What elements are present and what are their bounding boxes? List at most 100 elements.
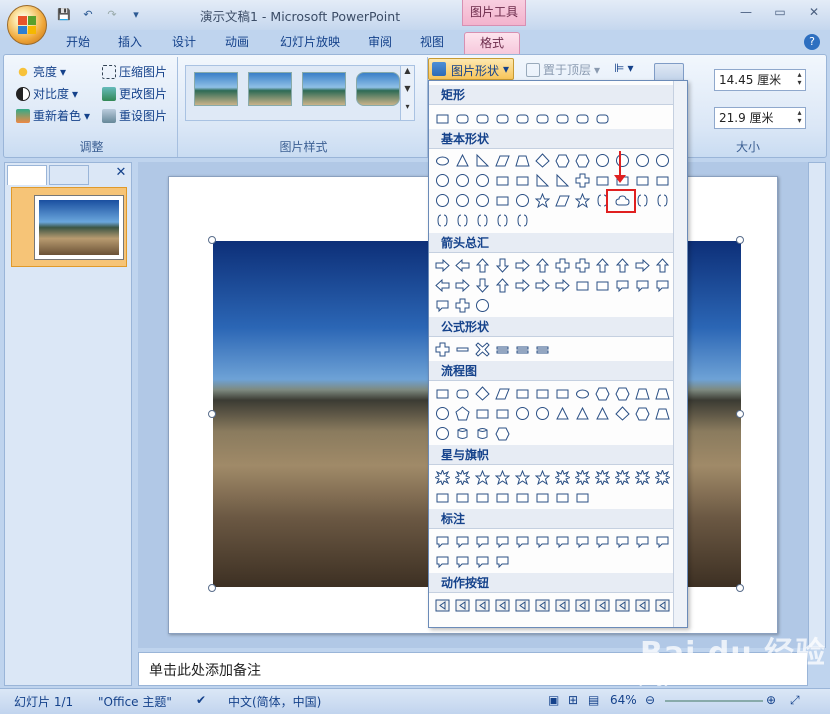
arR-shape-icon[interactable] bbox=[513, 276, 532, 295]
arR-shape-icon[interactable] bbox=[553, 276, 572, 295]
recolor-button[interactable]: 重新着色 ▾ bbox=[16, 107, 90, 124]
cyl-shape-icon[interactable] bbox=[473, 424, 492, 443]
dia-shape-icon[interactable] bbox=[473, 384, 492, 403]
burst-shape-icon[interactable] bbox=[613, 468, 632, 487]
btn-shape-icon[interactable] bbox=[653, 596, 672, 615]
rect-shape-icon[interactable] bbox=[513, 488, 532, 507]
star-shape-icon[interactable] bbox=[533, 468, 552, 487]
rect-shape-icon[interactable] bbox=[513, 384, 532, 403]
arD-shape-icon[interactable] bbox=[473, 276, 492, 295]
style-thumbnail[interactable] bbox=[248, 72, 292, 106]
circ-shape-icon[interactable] bbox=[433, 171, 452, 190]
tri-shape-icon[interactable] bbox=[593, 404, 612, 423]
star-shape-icon[interactable] bbox=[533, 191, 552, 210]
picture-styles-gallery[interactable]: ▲ ▼ ▾ bbox=[185, 65, 415, 121]
contrast-button[interactable]: 对比度 ▾ bbox=[16, 85, 78, 102]
height-field[interactable]: 14.45 厘米 bbox=[714, 69, 806, 91]
circ-shape-icon[interactable] bbox=[653, 151, 672, 170]
callout-shape-icon[interactable] bbox=[513, 532, 532, 551]
star-shape-icon[interactable] bbox=[573, 191, 592, 210]
rect-shape-icon[interactable] bbox=[493, 404, 512, 423]
rect-shape-icon[interactable] bbox=[573, 276, 592, 295]
help-icon[interactable]: ? bbox=[804, 34, 820, 50]
minus-shape-icon[interactable] bbox=[453, 340, 472, 359]
hex-shape-icon[interactable] bbox=[633, 404, 652, 423]
rect-shape-icon[interactable] bbox=[453, 488, 472, 507]
star-shape-icon[interactable] bbox=[473, 468, 492, 487]
rect-shape-icon[interactable] bbox=[473, 404, 492, 423]
rrect-shape-icon[interactable] bbox=[513, 109, 532, 128]
tri-shape-icon[interactable] bbox=[553, 404, 572, 423]
rrect-shape-icon[interactable] bbox=[453, 109, 472, 128]
close-icon[interactable]: ✕ bbox=[806, 4, 822, 20]
rect-shape-icon[interactable] bbox=[533, 488, 552, 507]
circ-shape-icon[interactable] bbox=[593, 151, 612, 170]
plus-shape-icon[interactable] bbox=[573, 256, 592, 275]
style-thumbnail[interactable] bbox=[194, 72, 238, 106]
arD-shape-icon[interactable] bbox=[493, 256, 512, 275]
resize-handle[interactable] bbox=[208, 584, 216, 592]
btn-shape-icon[interactable] bbox=[513, 596, 532, 615]
slide-sorter-icon[interactable]: ⊞ bbox=[568, 693, 578, 707]
outline-tab[interactable] bbox=[49, 165, 89, 185]
plus-shape-icon[interactable] bbox=[553, 256, 572, 275]
eq-shape-icon[interactable] bbox=[533, 340, 552, 359]
zoom-slider[interactable] bbox=[665, 700, 763, 702]
callout-shape-icon[interactable] bbox=[493, 532, 512, 551]
tri-shape-icon[interactable] bbox=[453, 151, 472, 170]
callout-shape-icon[interactable] bbox=[593, 532, 612, 551]
plus-shape-icon[interactable] bbox=[453, 296, 472, 315]
dropdown-scrollbar[interactable] bbox=[673, 81, 687, 627]
arU-shape-icon[interactable] bbox=[593, 256, 612, 275]
star-shape-icon[interactable] bbox=[513, 468, 532, 487]
circ-shape-icon[interactable] bbox=[453, 171, 472, 190]
pent-shape-icon[interactable] bbox=[453, 404, 472, 423]
ellipse-shape-icon[interactable] bbox=[433, 151, 452, 170]
normal-view-icon[interactable]: ▣ bbox=[548, 693, 559, 707]
circ-shape-icon[interactable] bbox=[473, 296, 492, 315]
arR-shape-icon[interactable] bbox=[633, 256, 652, 275]
rect-shape-icon[interactable] bbox=[553, 488, 572, 507]
rect-shape-icon[interactable] bbox=[493, 191, 512, 210]
trap-shape-icon[interactable] bbox=[653, 384, 672, 403]
resize-handle[interactable] bbox=[208, 236, 216, 244]
gallery-scroll[interactable]: ▲ ▼ ▾ bbox=[400, 66, 414, 120]
ellipse-shape-icon[interactable] bbox=[573, 384, 592, 403]
callout-shape-icon[interactable] bbox=[653, 276, 672, 295]
hex-shape-icon[interactable] bbox=[493, 424, 512, 443]
reset-picture-button[interactable]: 重设图片 bbox=[102, 107, 167, 124]
arU-shape-icon[interactable] bbox=[533, 256, 552, 275]
callout-shape-icon[interactable] bbox=[493, 552, 512, 571]
rect-shape-icon[interactable] bbox=[533, 384, 552, 403]
resize-handle[interactable] bbox=[736, 410, 744, 418]
resize-handle[interactable] bbox=[208, 410, 216, 418]
callout-shape-icon[interactable] bbox=[633, 532, 652, 551]
btn-shape-icon[interactable] bbox=[613, 596, 632, 615]
rrect-shape-icon[interactable] bbox=[493, 109, 512, 128]
spellcheck-icon[interactable]: ✔ bbox=[196, 693, 206, 707]
rect-shape-icon[interactable] bbox=[493, 171, 512, 190]
callout-shape-icon[interactable] bbox=[433, 552, 452, 571]
brightness-button[interactable]: 亮度 ▾ bbox=[16, 63, 66, 80]
callout-shape-icon[interactable] bbox=[633, 276, 652, 295]
tab-view[interactable]: 视图 bbox=[412, 32, 452, 54]
picture-shape-button[interactable]: 图片形状 ▾ bbox=[428, 58, 514, 80]
circ-shape-icon[interactable] bbox=[453, 191, 472, 210]
callout-shape-icon[interactable] bbox=[653, 532, 672, 551]
customize-qat-icon[interactable]: ▾ bbox=[128, 6, 144, 22]
slides-tab[interactable] bbox=[7, 165, 47, 185]
tab-home[interactable]: 开始 bbox=[58, 32, 98, 54]
slideshow-view-icon[interactable]: ▤ bbox=[588, 693, 599, 707]
hex-shape-icon[interactable] bbox=[593, 384, 612, 403]
callout-shape-icon[interactable] bbox=[433, 532, 452, 551]
btn-shape-icon[interactable] bbox=[493, 596, 512, 615]
bracket-shape-icon[interactable] bbox=[493, 211, 512, 230]
rrect-shape-icon[interactable] bbox=[553, 109, 572, 128]
circ-shape-icon[interactable] bbox=[433, 404, 452, 423]
burst-shape-icon[interactable] bbox=[593, 468, 612, 487]
bracket-shape-icon[interactable] bbox=[653, 191, 672, 210]
rect-shape-icon[interactable] bbox=[493, 488, 512, 507]
burst-shape-icon[interactable] bbox=[573, 468, 592, 487]
tab-slideshow[interactable]: 幻灯片放映 bbox=[272, 32, 348, 54]
cyl-shape-icon[interactable] bbox=[453, 424, 472, 443]
